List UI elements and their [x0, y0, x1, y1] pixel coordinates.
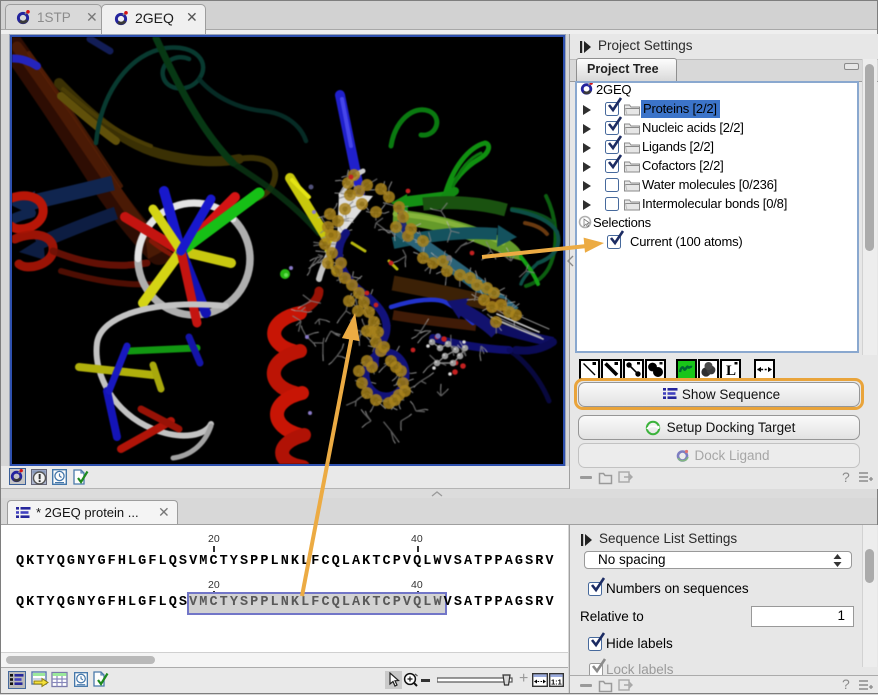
svg-text:L: L	[726, 363, 736, 378]
svg-text:1:1: 1:1	[551, 678, 562, 687]
